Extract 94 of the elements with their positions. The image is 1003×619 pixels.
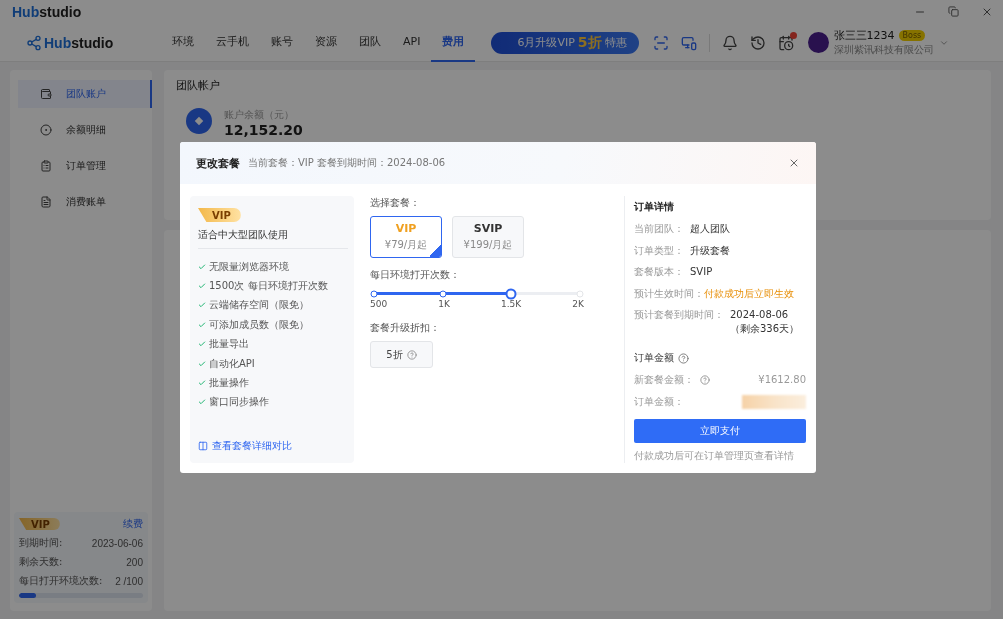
page-title: 团队帐户 — [176, 78, 221, 93]
sidebar-item[interactable]: 订单管理 — [18, 152, 152, 180]
check-icon — [198, 359, 206, 368]
feature-text: 自动化API — [209, 356, 255, 371]
feature-text: 批量操作 — [209, 376, 249, 391]
compare-icon — [198, 441, 208, 451]
vip-badge: VIP — [198, 208, 241, 222]
section-label: 每日环境打开次数： — [370, 268, 461, 282]
feature-text: 无限量浏览器环境 — [209, 259, 289, 274]
balance-icon — [186, 107, 212, 134]
check-icon — [198, 398, 206, 407]
feature-text: 窗口同步操作 — [209, 395, 269, 410]
order-label: 新套餐金额： — [634, 373, 694, 387]
order-title: 订单详情 — [634, 200, 675, 214]
network-icon — [26, 34, 42, 51]
info-value: 2 /100 — [115, 575, 143, 587]
calendar-clock-icon[interactable] — [777, 34, 794, 51]
sidebar-item[interactable]: 余额明细 — [18, 116, 152, 144]
order-label: 套餐版本： — [634, 265, 684, 279]
discount-tag: 5折 — [370, 341, 433, 368]
close-icon[interactable] — [981, 6, 993, 18]
order-label: 订单类型： — [634, 243, 684, 257]
user-name: 张三三1234 — [833, 28, 895, 43]
sidebar-item[interactable]: 消费账单 — [18, 188, 152, 216]
section-label: 套餐升级折扣： — [370, 321, 441, 335]
dialog-title: 更改套餐 — [196, 155, 240, 171]
slider-stop[interactable] — [370, 290, 378, 297]
tick-label: 1K — [438, 299, 450, 309]
bell-icon[interactable] — [721, 34, 738, 51]
app-logo: Hubstudio — [12, 4, 82, 20]
nav-tab[interactable]: 团队 — [348, 23, 392, 62]
check-icon — [198, 262, 206, 271]
renew-link[interactable]: 续费 — [123, 517, 143, 531]
feature-text: 1500次 每日环境打开次数 — [209, 279, 328, 294]
promo-banner[interactable]: 6月升级VIP 5折 特惠 — [491, 31, 639, 54]
nav-tab[interactable]: 资源 — [304, 23, 348, 62]
tick-label: 500 — [370, 299, 388, 309]
order-value: 超人团队 — [690, 222, 730, 236]
order-label: 预计生效时间： — [634, 286, 704, 300]
user-avatar[interactable] — [807, 32, 829, 53]
clipboard-icon — [40, 160, 52, 172]
amount-title: 订单金额 — [634, 351, 674, 365]
vip-badge: VIP — [19, 518, 60, 530]
document-icon — [40, 196, 52, 208]
compare-link[interactable]: 查看套餐详细对比 — [212, 439, 292, 453]
circle-icon — [40, 124, 52, 136]
info-value: 2023-06-06 — [91, 537, 143, 549]
help-icon[interactable] — [678, 352, 689, 364]
payment-note: 付款成功后可在订单管理页查看详情 — [634, 448, 795, 463]
feature-text: 云端储存空间（限免） — [209, 298, 309, 313]
check-icon — [198, 301, 206, 310]
tick-label: 2K — [572, 299, 584, 309]
restore-icon[interactable] — [948, 6, 959, 17]
sidebar-item[interactable]: 团队账户 — [18, 80, 152, 108]
nav-tab[interactable]: 云手机 — [205, 23, 260, 62]
order-value: SVIP — [690, 265, 713, 279]
nav-tab[interactable]: 账号 — [260, 23, 304, 62]
nav-tab[interactable]: 环境 — [161, 23, 205, 62]
close-icon[interactable] — [788, 157, 800, 169]
history-icon[interactable] — [749, 34, 766, 51]
pay-button[interactable]: 立即支付 — [634, 418, 806, 443]
info-label: 剩余天数: — [19, 555, 63, 569]
nav-tab[interactable]: API — [392, 23, 432, 62]
slider-handle[interactable] — [505, 288, 517, 299]
redacted-amount — [742, 394, 806, 409]
info-label: 到期时间: — [19, 536, 63, 550]
feature-text: 批量导出 — [209, 337, 249, 352]
nav-tab[interactable]: 费用 — [431, 23, 476, 62]
slider-stop[interactable] — [439, 290, 447, 297]
section-label: 选择套餐： — [370, 196, 421, 210]
order-value: 升级套餐 — [690, 243, 730, 257]
order-label: 当前团队： — [634, 222, 684, 236]
check-icon — [198, 320, 206, 329]
new-amount: ¥1612.80 — [758, 373, 806, 387]
order-label: 预计套餐到期时间： — [634, 308, 724, 322]
order-value: 2024-08-06（剩余336天） — [730, 308, 801, 335]
plan-option[interactable]: VIP ¥79/月起 — [370, 216, 442, 258]
balance-amount: 12,152.20 — [224, 122, 303, 138]
check-icon — [198, 379, 206, 388]
scan-icon[interactable] — [652, 34, 669, 51]
check-icon — [198, 282, 206, 291]
wallet-icon — [40, 88, 52, 100]
devices-icon[interactable] — [680, 34, 697, 51]
info-label: 每日打开环境次数: — [19, 574, 103, 588]
check-icon — [198, 340, 206, 349]
dialog-subtitle: 当前套餐：VIP 套餐到期时间：2024-08-06 — [248, 156, 447, 170]
order-label: 订单金额： — [634, 394, 684, 409]
brand-logo[interactable]: Hubstudio — [44, 34, 114, 51]
tick-label: 1.5K — [501, 299, 522, 309]
plan-option[interactable]: SVIP ¥199/月起 — [452, 216, 524, 258]
plan-summary: 适合中大型团队使用 — [198, 228, 348, 249]
feature-text: 可添加成员数（限免） — [209, 317, 309, 332]
order-value: 付款成功后立即生效 — [704, 286, 794, 300]
info-value: 200 — [126, 556, 143, 568]
